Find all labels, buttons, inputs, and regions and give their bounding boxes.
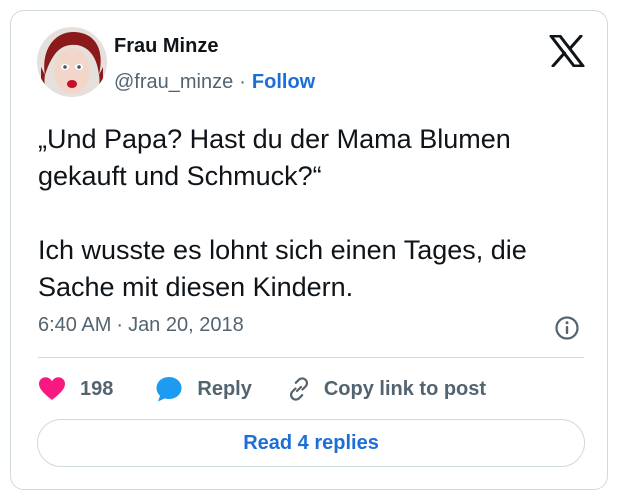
author-handle[interactable]: @frau_minze — [114, 71, 233, 93]
author-handle-line: @frau_minze · Follow — [114, 71, 315, 94]
follow-link[interactable]: Follow — [252, 71, 315, 93]
tweet-time: 6:40 AM — [38, 314, 112, 336]
reply-label: Reply — [197, 377, 252, 400]
copy-link-button[interactable]: Copy link to post — [286, 376, 486, 402]
timestamp-separator: · — [116, 314, 124, 336]
tweet-card: Frau Minze @frau_minze · Follow „Und Papa?… — [10, 10, 608, 490]
handle-separator: · — [239, 71, 246, 93]
x-logo-icon[interactable] — [549, 34, 585, 68]
tweet-text-line: Ich wusste es lohnt sich einen Tages, di… — [38, 235, 527, 265]
link-icon — [286, 376, 312, 402]
reply-button[interactable]: Reply — [155, 375, 252, 403]
tweet-text-line: Sache mit diesen Kindern. — [38, 272, 354, 302]
speech-bubble-icon — [155, 375, 183, 403]
tweet-text: „Und Papa? Hast du der Mama Blumen gekau… — [38, 121, 593, 306]
read-replies-button[interactable]: Read 4 replies — [37, 419, 585, 467]
avatar[interactable] — [37, 27, 107, 97]
action-bar: 198 Reply Copy link to post — [38, 370, 486, 408]
copy-link-label: Copy link to post — [323, 377, 487, 400]
heart-icon — [38, 376, 66, 402]
like-button[interactable]: 198 — [38, 376, 113, 402]
divider — [38, 357, 584, 358]
like-count: 198 — [80, 377, 114, 400]
author-name[interactable]: Frau Minze — [114, 35, 218, 58]
tweet-text-line: gekauft und Schmuck?“ — [38, 161, 322, 191]
tweet-timestamp[interactable]: 6:40 AM · Jan 20, 2018 — [38, 314, 244, 337]
info-icon[interactable] — [554, 315, 580, 341]
tweet-date: Jan 20, 2018 — [128, 314, 244, 336]
tweet-text-line: „Und Papa? Hast du der Mama Blumen — [38, 124, 511, 154]
